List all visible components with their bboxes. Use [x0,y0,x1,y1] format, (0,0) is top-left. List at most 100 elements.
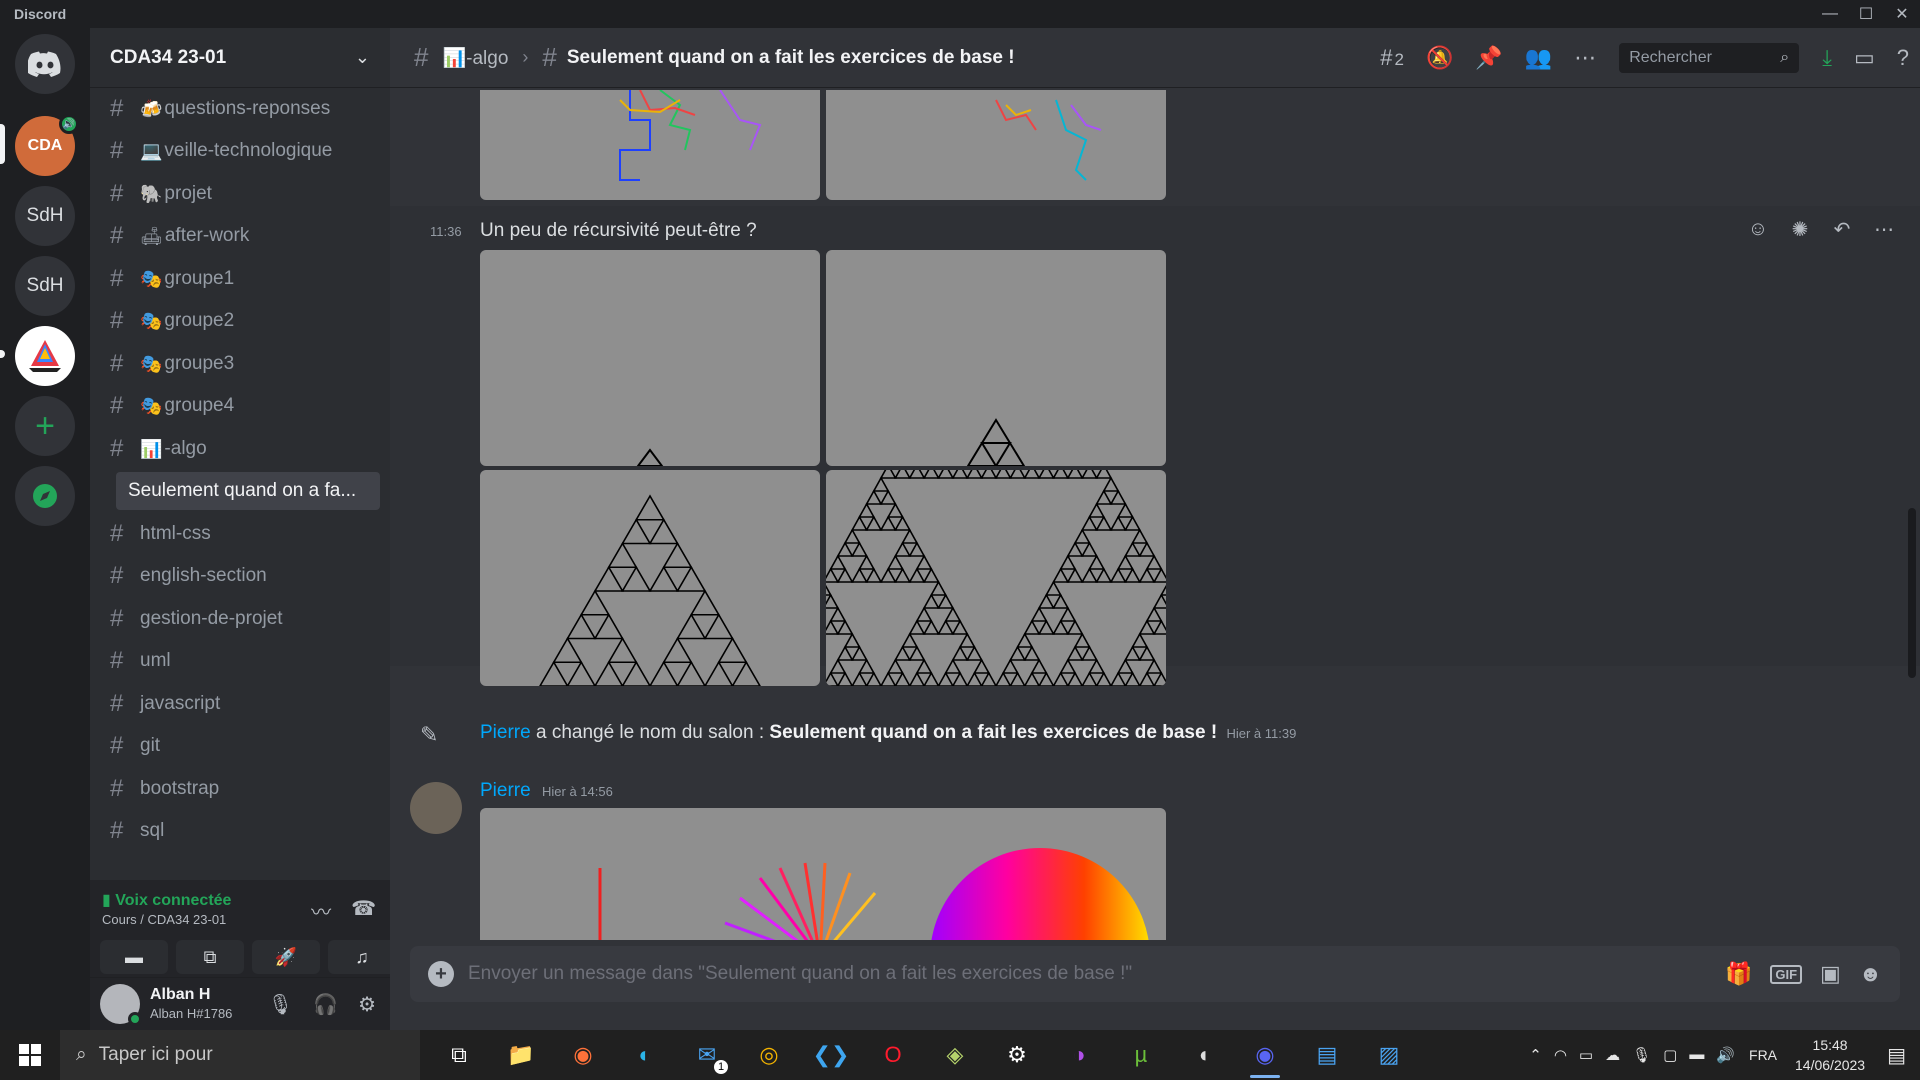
vpn-icon[interactable]: ◑ [1048,1030,1110,1080]
remote-desktop-icon[interactable]: ▤ [1296,1030,1358,1080]
channel-projet[interactable]: # 🐘 projet [100,175,380,213]
windows-start-button[interactable] [0,1030,60,1080]
file-explorer-icon[interactable]: 📁 [490,1030,552,1080]
threads-button[interactable]: #2 [1380,45,1404,71]
author-avatar[interactable] [410,782,462,834]
vscode-icon[interactable]: ❮❯ [800,1030,862,1080]
more-options-icon[interactable]: ⋯ [1574,45,1596,71]
close-button[interactable]: ✕ [1884,0,1920,28]
app-icon[interactable]: ◈ [924,1030,986,1080]
chevron-up-icon[interactable]: ⌃ [1529,1046,1542,1064]
help-icon[interactable]: ? [1897,45,1909,71]
inbox-icon[interactable]: ▭ [1854,45,1875,71]
image-attachment[interactable] [480,808,1166,940]
notifications-icon[interactable]: ▤ [1887,1043,1906,1068]
image-attachment[interactable] [826,470,1166,686]
utorrent-icon[interactable]: µ [1110,1030,1172,1080]
server-cda34[interactable]: CDA 🔊 [15,114,79,176]
scrollbar[interactable] [1908,508,1916,678]
edge-icon[interactable]: ◐ [614,1030,676,1080]
user-name[interactable]: Alban H [150,986,210,1004]
screen-share-button[interactable]: ⧉ [176,940,244,974]
settings-icon[interactable]: ⚙ [986,1030,1048,1080]
activity-button[interactable]: 🚀 [252,940,320,974]
noise-suppression-icon[interactable]: 〰 [311,896,331,925]
image-attachment[interactable] [826,250,1166,466]
home-button[interactable] [15,34,75,94]
message-author[interactable]: Pierre [480,780,531,802]
mute-notifications-icon[interactable]: 🔕 [1426,45,1453,71]
reply-icon[interactable]: ↶ [1826,217,1858,242]
mail-icon[interactable]: ✉ 1 [676,1030,738,1080]
sticker-icon[interactable]: ▣ [1820,961,1841,987]
channel-git[interactable]: # git [100,727,380,765]
task-view-icon[interactable]: ⧉ [428,1030,490,1080]
gift-icon[interactable]: 🎁 [1725,961,1752,987]
system-author[interactable]: Pierre [480,722,531,743]
channel-english-section[interactable]: # english-section [100,557,380,595]
explore-servers-button[interactable] [15,466,75,526]
firefox-icon[interactable]: ◉ [552,1030,614,1080]
thread-seulement-quand[interactable]: Seulement quand on a fa... [116,472,380,510]
taskbar-search[interactable]: ⌕ Taper ici pour [60,1030,420,1080]
add-server-button[interactable]: + [15,396,75,456]
microphone-icon[interactable]: 🎙 [268,992,293,1017]
guild-header[interactable]: CDA34 23-01 ⌄ [90,28,390,88]
camera-button[interactable]: ▬ [100,940,168,974]
channel-algo[interactable]: # 📊 -algo [100,430,380,468]
soundboard-button[interactable]: ♫ [328,940,396,974]
channel-gestion-de-projet[interactable]: # gestion-de-projet [100,600,380,638]
pin-icon[interactable]: 📌 [1475,45,1502,71]
channel-groupe1[interactable]: # 🎭 groupe1 [100,260,380,298]
channel-bootstrap[interactable]: # bootstrap [100,770,380,808]
channel-veille-technologique[interactable]: # 💻 veille-technologique [100,132,380,170]
network-icon[interactable]: ◠ [1554,1046,1567,1064]
add-reaction-icon[interactable]: ☺ [1742,218,1774,241]
display-icon[interactable]: ▢ [1663,1046,1677,1064]
channel-groupe4[interactable]: # 🎭 groupe4 [100,387,380,425]
headphones-icon[interactable]: 🎧 [313,992,338,1017]
more-options-icon[interactable]: ⋯ [1868,217,1900,242]
channel-groupe3[interactable]: # 🎭 groupe3 [100,345,380,383]
image-attachment[interactable] [480,90,820,200]
volume-icon[interactable]: 🔊 [1716,1046,1735,1064]
channel-questions-reponses[interactable]: # 🍻 questions-reponses [100,90,380,128]
channel-groupe2[interactable]: # 🎭 groupe2 [100,302,380,340]
battery-icon[interactable]: ▬ [1689,1046,1704,1064]
gear-icon[interactable]: ⚙ [358,992,376,1017]
message-input[interactable] [468,954,1725,994]
image-attachment[interactable] [826,90,1166,200]
chrome-icon[interactable]: ◎ [738,1030,800,1080]
gif-button[interactable]: GIF [1770,964,1803,984]
super-reaction-icon[interactable]: ✺ [1784,217,1816,242]
input-language[interactable]: FRA [1749,1047,1777,1063]
channel-sql[interactable]: # sql [100,812,380,850]
discord-taskbar-icon[interactable]: ◉ [1234,1030,1296,1080]
search-box[interactable]: Rechercher ⌕ [1619,43,1800,73]
channel-after-work[interactable]: # 🛋 after-work [100,217,380,255]
server-sdh-2[interactable]: SdH [15,256,75,316]
mouse-app-icon[interactable]: ◖ [1172,1030,1234,1080]
voice-channel-link[interactable]: Cours / CDA34 23-01 [102,912,226,927]
server-sailboat[interactable] [15,326,75,386]
cloud-icon[interactable]: ☁ [1605,1046,1620,1064]
clock[interactable]: 15:48 14/06/2023 [1795,1035,1865,1075]
maximize-button[interactable]: ☐ [1848,0,1884,28]
opera-icon[interactable]: O [862,1030,924,1080]
server-sdh-1[interactable]: SdH [15,186,75,246]
download-icon[interactable]: ⤓ [1822,45,1832,71]
disconnect-icon[interactable]: ☎ [351,896,376,925]
minimize-button[interactable]: — [1812,0,1848,28]
image-attachment[interactable] [480,250,820,466]
channel-uml[interactable]: # uml [100,642,380,680]
members-icon[interactable]: 👥 [1525,45,1552,71]
emoji-icon[interactable]: ☻ [1859,961,1882,987]
photos-icon[interactable]: ▨ [1358,1030,1420,1080]
meet-icon[interactable]: ▭ [1579,1046,1593,1064]
channel-javascript[interactable]: # javascript [100,685,380,723]
breadcrumb-parent-channel[interactable]: 📊-algo [442,46,508,70]
mic-icon[interactable]: 🎙 [1632,1046,1651,1064]
image-attachment[interactable] [480,470,820,686]
upload-plus-icon[interactable]: + [428,961,454,987]
channel-html-css[interactable]: # html-css [100,515,380,553]
